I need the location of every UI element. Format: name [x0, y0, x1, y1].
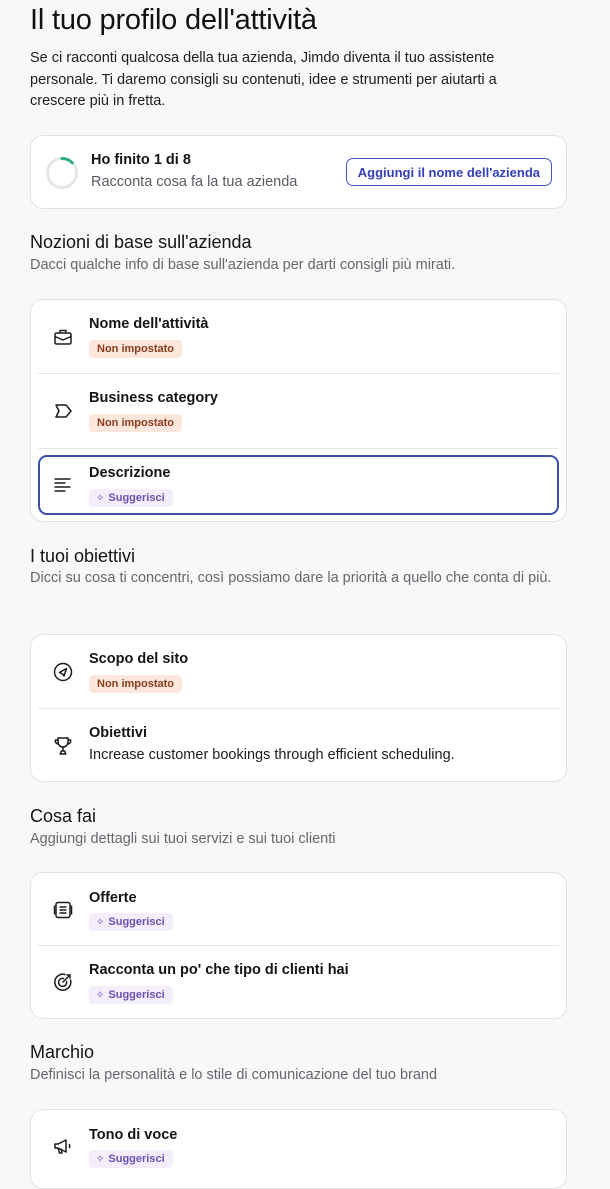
- row-label: Obiettivi: [89, 725, 148, 741]
- page-intro: Se ci racconti qualcosa della tua aziend…: [30, 50, 497, 109]
- suggest-label: Suggerisci: [108, 492, 165, 504]
- row-label: Descrizione: [89, 465, 171, 481]
- section-desc-brand: Definisci la personalità e lo stile di c…: [30, 1067, 438, 1083]
- progress-ring-icon: [46, 157, 78, 189]
- tag-icon: [52, 400, 74, 422]
- suggest-badge[interactable]: ✧ Suggerisci: [89, 1150, 173, 1168]
- section-title-basics: Nozioni di base sull'azienda: [30, 232, 252, 252]
- row-label: Tono di voce: [89, 1127, 178, 1143]
- progress-subtitle: Racconta cosa fa la tua azienda: [91, 174, 298, 190]
- progress-title: Ho finito 1 di 8: [91, 152, 191, 168]
- row-offers[interactable]: Offerte ✧ Suggerisci: [38, 873, 559, 946]
- row-business-name[interactable]: Nome dell'attività Non impostato: [38, 300, 559, 374]
- what-you-do-card: Offerte ✧ Suggerisci Racconta un po' che …: [30, 872, 567, 1019]
- row-description[interactable]: Descrizione ✧ Suggerisci: [38, 455, 559, 515]
- section-title-goals: I tuoi obiettivi: [30, 546, 136, 566]
- suggest-badge[interactable]: ✧ Suggerisci: [89, 489, 173, 507]
- row-site-purpose[interactable]: Scopo del sito Non impostato: [38, 635, 559, 709]
- goals-card: Scopo del sito Non impostato Obiettivi I…: [30, 634, 567, 782]
- divider: [38, 448, 559, 449]
- section-title-brand: Marchio: [30, 1042, 95, 1062]
- row-customer-type[interactable]: Racconta un po' che tipo di clienti hai …: [38, 946, 559, 1020]
- status-badge-not-set: Non impostato: [89, 414, 182, 432]
- section-title-what-you-do: Cosa fai: [30, 806, 97, 826]
- add-business-name-button[interactable]: Aggiungi il nome dell'azienda: [345, 158, 552, 186]
- suggest-badge[interactable]: ✧ Suggerisci: [89, 913, 173, 931]
- progress-card: Ho finito 1 di 8 Racconta cosa fa la tua…: [30, 135, 567, 209]
- status-badge-not-set: Non impostato: [89, 675, 182, 693]
- section-desc-goals: Dicci su cosa ti concentri, così possiam…: [30, 570, 552, 586]
- row-label: Scopo del sito: [89, 651, 189, 667]
- text-lines-icon: [52, 474, 74, 496]
- sparkle-icon: ✧: [96, 493, 105, 504]
- suggest-label: Suggerisci: [108, 989, 165, 1001]
- suggest-badge[interactable]: ✧ Suggerisci: [89, 986, 173, 1004]
- row-label: Nome dell'attività: [89, 316, 209, 332]
- row-label: Racconta un po' che tipo di clienti hai: [89, 962, 349, 978]
- status-badge-not-set: Non impostato: [89, 340, 182, 358]
- page-title: Il tuo profilo dell'attività: [30, 4, 317, 36]
- briefcase-icon: [52, 326, 74, 348]
- sparkle-icon: ✧: [96, 990, 105, 1001]
- brand-card: Tono di voce ✧ Suggerisci: [30, 1109, 567, 1189]
- target-icon: [52, 971, 74, 993]
- row-objectives[interactable]: Obiettivi Increase customer bookings thr…: [38, 709, 559, 783]
- row-value: Increase customer bookings through effic…: [89, 747, 455, 763]
- row-tone-of-voice[interactable]: Tono di voce ✧ Suggerisci: [38, 1110, 559, 1183]
- row-label: Business category: [89, 390, 218, 406]
- trophy-icon: [52, 735, 74, 757]
- list-icon: [52, 899, 74, 921]
- compass-icon: [52, 661, 74, 683]
- sparkle-icon: ✧: [96, 917, 105, 928]
- row-label: Offerte: [89, 890, 137, 906]
- suggest-label: Suggerisci: [108, 1153, 165, 1165]
- row-business-category[interactable]: Business category Non impostato: [38, 374, 559, 448]
- section-desc-what-you-do: Aggiungi dettagli sui tuoi servizi e sui…: [30, 831, 336, 847]
- section-desc-basics: Dacci qualche info di base sull'azienda …: [30, 257, 456, 273]
- megaphone-icon: [52, 1135, 74, 1157]
- sparkle-icon: ✧: [96, 1154, 105, 1165]
- basics-card: Nome dell'attività Non impostato Busines…: [30, 299, 567, 522]
- suggest-label: Suggerisci: [108, 916, 165, 928]
